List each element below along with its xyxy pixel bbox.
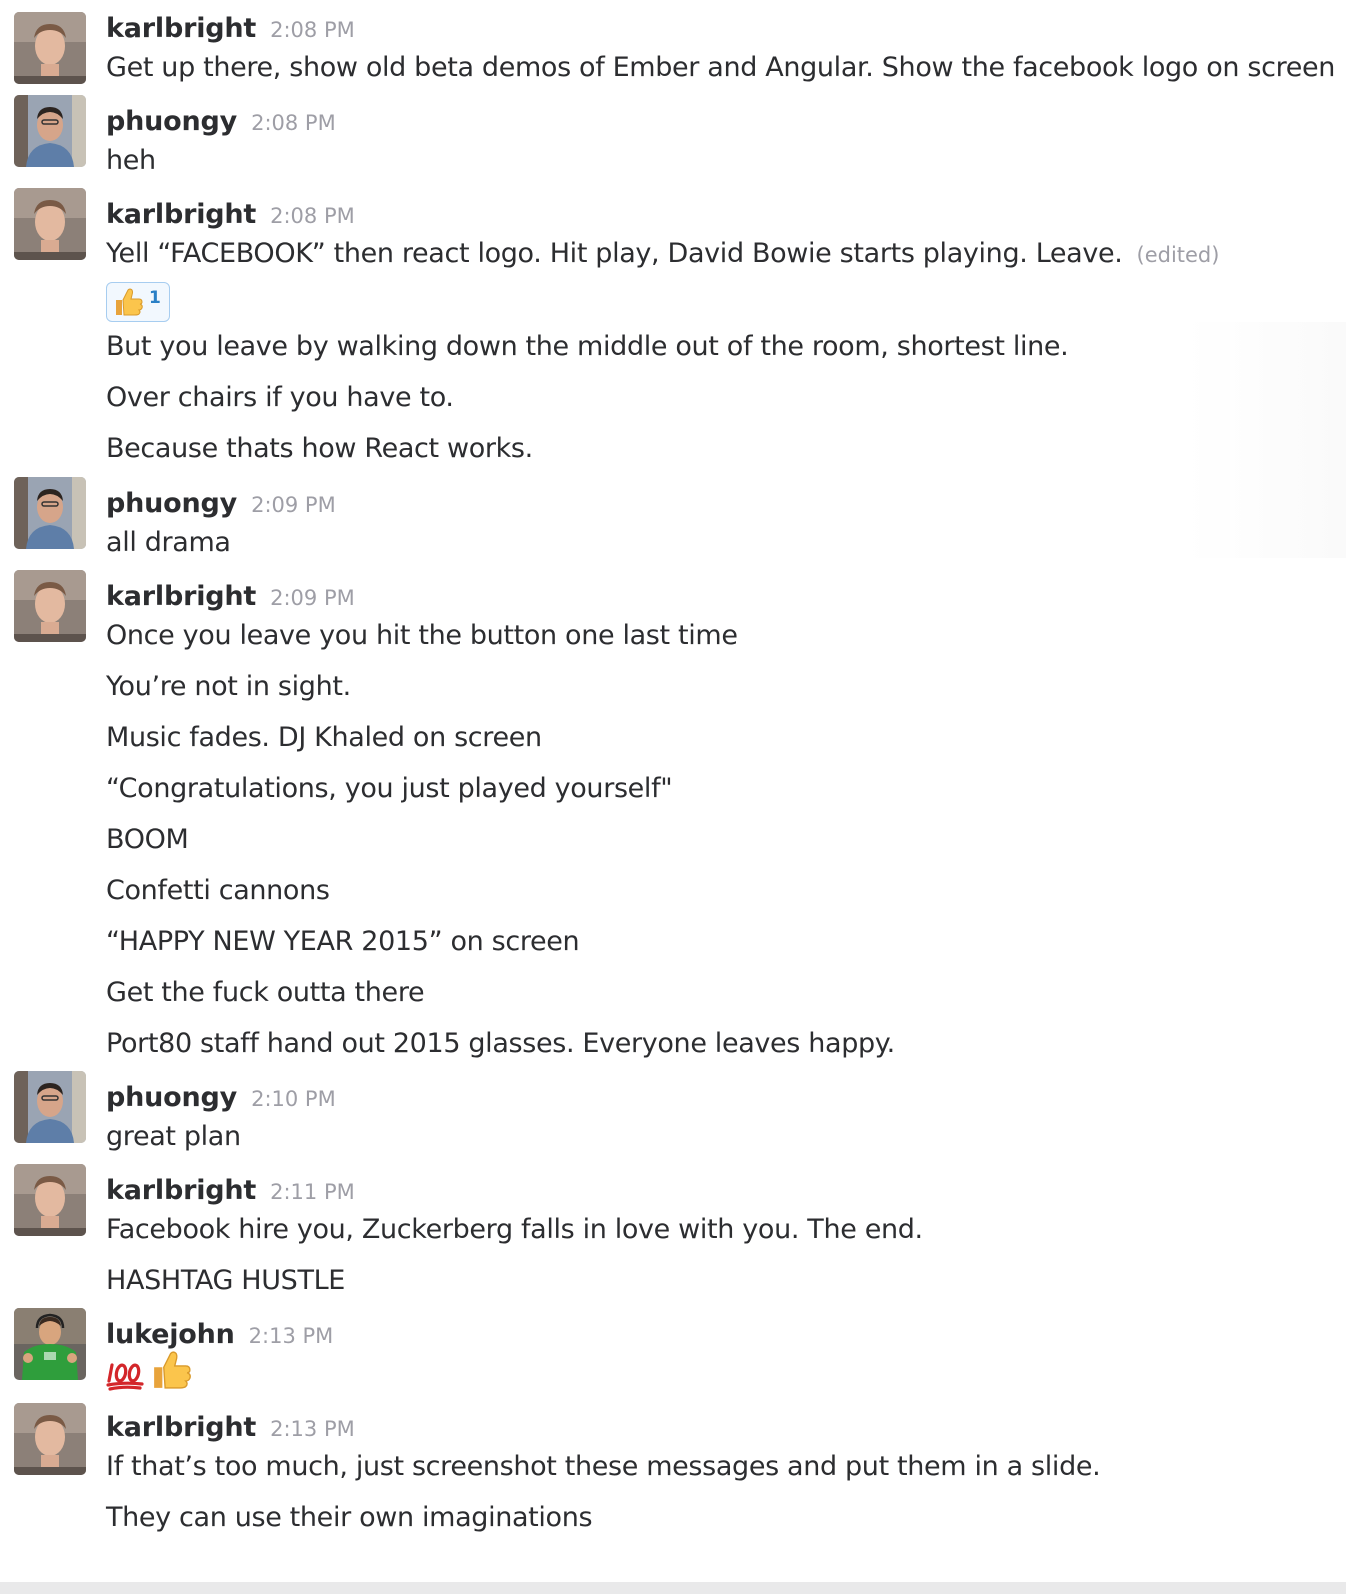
author-name[interactable]: phuongy [106, 106, 237, 137]
message-text: Confetti cannons [106, 875, 330, 906]
message-text: BOOM [106, 824, 189, 855]
message-text: great plan [106, 1121, 241, 1152]
timestamp[interactable]: 2:08 PM [270, 18, 355, 42]
edited-label: (edited) [1136, 243, 1220, 267]
message: phuongy 2:08 PM heh [0, 83, 1346, 176]
message-text: HASHTAG HUSTLE [106, 1265, 346, 1296]
timestamp[interactable]: 2:13 PM [270, 1417, 355, 1441]
avatar[interactable] [14, 570, 86, 642]
avatar[interactable] [14, 95, 86, 167]
reaction-count: 1 [149, 288, 161, 308]
message-text: You’re not in sight. [106, 671, 351, 702]
message-text: Yell “FACEBOOK” then react logo. Hit pla… [106, 239, 1326, 269]
author-name[interactable]: phuongy [106, 1082, 237, 1113]
message: karlbright 2:13 PM If that’s too much, ju… [0, 1391, 1346, 1533]
message-feed[interactable]: karlbright 2:08 PM Get up there, show old… [0, 0, 1346, 1582]
timestamp[interactable]: 2:08 PM [251, 111, 336, 135]
message: karlbright 2:09 PM Once you leave you hit… [0, 558, 1346, 1059]
bottom-divider [0, 1582, 1346, 1594]
author-name[interactable]: karlbright [106, 199, 256, 230]
author-name[interactable]: phuongy [106, 488, 237, 519]
author-name[interactable]: karlbright [106, 1175, 256, 1206]
message-text: Get up there, show old beta demos of Emb… [106, 52, 1336, 83]
message-text: Facebook hire you, Zuckerberg falls in l… [106, 1214, 923, 1245]
message-text: Music fades. DJ Khaled on screen [106, 722, 542, 753]
reaction-thumbs-up[interactable]: 1 [106, 282, 170, 322]
thumbs-up-icon [116, 288, 143, 316]
message-text: Once you leave you hit the button one la… [106, 620, 738, 651]
thumbs-up-icon [154, 1351, 191, 1389]
timestamp[interactable]: 2:11 PM [270, 1180, 355, 1204]
message: karlbright 2:08 PM Get up there, show old… [0, 0, 1346, 84]
message-text: Get the fuck outta there [106, 977, 425, 1008]
message: karlbright 2:08 PM Yell “FACEBOOK” then r… [0, 176, 1346, 322]
timestamp[interactable]: 2:08 PM [270, 204, 355, 228]
message: karlbright 2:11 PM Facebook hire you, Zuc… [0, 1152, 1346, 1296]
message-text-content: Yell “FACEBOOK” then react logo. Hit pla… [106, 238, 1123, 269]
message-text: “Congratulations, you just played yourse… [106, 773, 673, 804]
avatar[interactable] [14, 1071, 86, 1143]
message: lukejohn 2:13 PM [0, 1296, 1346, 1391]
avatar[interactable] [14, 188, 86, 260]
message-text: They can use their own imaginations [106, 1502, 593, 1533]
avatar[interactable] [14, 1308, 86, 1380]
timestamp[interactable]: 2:09 PM [251, 493, 336, 517]
avatar[interactable] [14, 1164, 86, 1236]
author-name[interactable]: karlbright [106, 581, 256, 612]
author-name[interactable]: lukejohn [106, 1319, 235, 1350]
hundred-points-icon [106, 1363, 144, 1391]
avatar[interactable] [14, 12, 86, 84]
author-name[interactable]: karlbright [106, 1412, 256, 1443]
timestamp[interactable]: 2:09 PM [270, 586, 355, 610]
message-text: all drama [106, 527, 231, 558]
message-text: Port80 staff hand out 2015 glasses. Ever… [106, 1028, 895, 1059]
message-text: Over chairs if you have to. [106, 382, 454, 413]
message-text: If that’s too much, just screenshot thes… [106, 1451, 1101, 1482]
message: phuongy 2:10 PM great plan [0, 1059, 1346, 1152]
message: phuongy 2:09 PM all drama [0, 464, 1346, 558]
message-text: Because thats how React works. [106, 433, 533, 464]
avatar[interactable] [14, 477, 86, 549]
message-text: “HAPPY NEW YEAR 2015” on screen [106, 926, 580, 957]
message-text: But you leave by walking down the middle… [106, 331, 1069, 362]
author-name[interactable]: karlbright [106, 13, 256, 44]
message-text: heh [106, 145, 156, 176]
avatar[interactable] [14, 1403, 86, 1475]
timestamp[interactable]: 2:10 PM [251, 1087, 336, 1111]
timestamp[interactable]: 2:13 PM [249, 1324, 334, 1348]
message-continuation: But you leave by walking down the middle… [0, 322, 1346, 464]
emoji-message [106, 1351, 1326, 1391]
